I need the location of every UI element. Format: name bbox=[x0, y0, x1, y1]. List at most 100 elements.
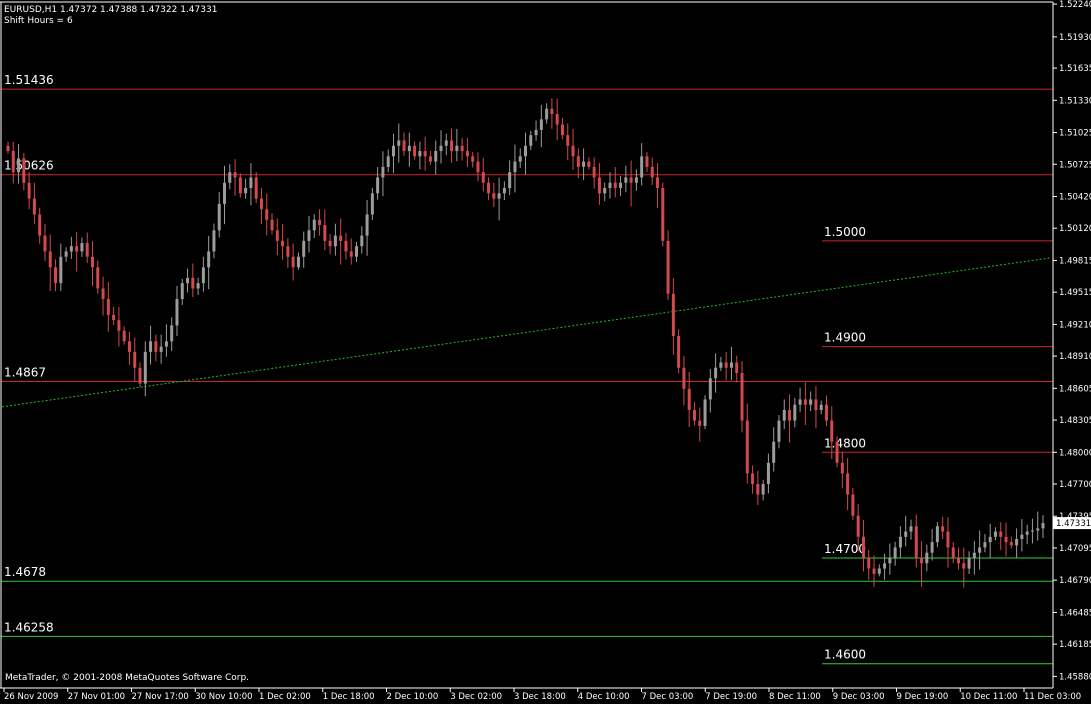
candle-body bbox=[180, 283, 184, 300]
candle-body bbox=[898, 536, 902, 548]
candle-body bbox=[360, 235, 364, 247]
candle-body bbox=[914, 526, 918, 558]
candle-body bbox=[708, 378, 712, 400]
candle-body bbox=[634, 177, 638, 183]
candle-body bbox=[391, 145, 395, 157]
candle-body bbox=[941, 526, 945, 532]
candle-body bbox=[471, 156, 475, 162]
candle-body bbox=[43, 235, 47, 252]
candle-body bbox=[724, 362, 728, 368]
candle-body bbox=[661, 188, 665, 241]
candle-body bbox=[830, 420, 834, 442]
candle-body bbox=[344, 240, 348, 252]
candle-body bbox=[307, 230, 311, 241]
candle-body bbox=[217, 203, 221, 231]
candle-body bbox=[244, 188, 248, 194]
candle-body bbox=[645, 156, 649, 167]
candle-body bbox=[254, 177, 258, 199]
candle-body bbox=[75, 246, 79, 252]
candle-body bbox=[1025, 531, 1029, 535]
price-chart[interactable]: 1.514361.506261.50001.49001.48671.48001.… bbox=[0, 0, 1091, 704]
y-tick-label: 1.48000 bbox=[1059, 448, 1091, 458]
candle-body bbox=[497, 193, 501, 199]
candle-body bbox=[434, 151, 438, 162]
candle-body bbox=[386, 156, 390, 167]
level-label: 1.4700 bbox=[824, 542, 866, 556]
candle-body bbox=[624, 177, 628, 183]
candle-body bbox=[112, 314, 116, 321]
candle-body bbox=[846, 473, 850, 495]
level-label: 1.51436 bbox=[4, 73, 54, 87]
candle-body bbox=[80, 242, 84, 252]
y-tick-label: 1.50120 bbox=[1059, 224, 1091, 234]
x-tick-label: 27 Nov 01:00 bbox=[68, 692, 125, 702]
candle-body bbox=[17, 158, 21, 173]
candle-body bbox=[201, 267, 205, 284]
candle-body bbox=[613, 182, 617, 189]
candle-body bbox=[740, 373, 744, 421]
x-tick-label: 27 Nov 17:00 bbox=[132, 692, 189, 702]
candle-body bbox=[550, 108, 554, 115]
candle-body bbox=[920, 557, 924, 564]
candle-body bbox=[877, 568, 881, 574]
candle-body bbox=[64, 251, 68, 257]
candle-body bbox=[560, 124, 564, 136]
candle-body bbox=[11, 151, 15, 173]
candle-body bbox=[851, 494, 855, 516]
candle-body bbox=[893, 547, 897, 558]
candle-body bbox=[619, 182, 623, 189]
y-tick-label: 1.52240 bbox=[1059, 0, 1091, 10]
candle-body bbox=[170, 325, 174, 342]
x-tick-label: 8 Dec 11:00 bbox=[769, 692, 821, 702]
y-tick-label: 1.46485 bbox=[1059, 608, 1091, 618]
candle-body bbox=[407, 145, 411, 152]
candle-body bbox=[935, 526, 939, 543]
y-tick-label: 1.51025 bbox=[1059, 129, 1091, 139]
candle-body bbox=[6, 145, 10, 152]
candle-body bbox=[861, 536, 865, 558]
candle-body bbox=[249, 177, 253, 189]
candle-body bbox=[302, 240, 306, 257]
candle-body bbox=[671, 293, 675, 337]
x-tick-label: 26 Nov 2009 bbox=[4, 692, 58, 702]
x-tick-label: 10 Dec 11:00 bbox=[960, 692, 1017, 702]
candle-body bbox=[508, 172, 512, 189]
candle-body bbox=[32, 198, 36, 215]
candle-body bbox=[735, 362, 739, 374]
candle-body bbox=[539, 119, 543, 130]
candle-body bbox=[640, 156, 644, 178]
candle-body bbox=[48, 251, 52, 268]
candle-body bbox=[793, 404, 797, 421]
y-tick-label: 1.49515 bbox=[1059, 288, 1091, 298]
candle-body bbox=[154, 341, 158, 352]
x-tick-label: 7 Dec 03:00 bbox=[642, 692, 694, 702]
candle-body bbox=[444, 140, 448, 146]
candle-body bbox=[650, 166, 654, 178]
candle-body bbox=[502, 188, 506, 194]
y-tick-label: 1.47700 bbox=[1059, 480, 1091, 490]
candle-body bbox=[238, 177, 242, 194]
candle-body bbox=[127, 341, 131, 352]
x-tick-label: 2 Dec 10:00 bbox=[387, 692, 439, 702]
candle-body bbox=[1015, 538, 1019, 546]
y-tick-label: 1.50725 bbox=[1059, 160, 1091, 170]
candle-body bbox=[608, 182, 612, 189]
candle-body bbox=[629, 177, 633, 183]
candle-body bbox=[339, 235, 343, 241]
candle-body bbox=[666, 240, 670, 294]
candle-body bbox=[993, 531, 997, 537]
candle-body bbox=[281, 240, 285, 247]
candle-body bbox=[856, 515, 860, 537]
x-tick-label: 1 Dec 02:00 bbox=[259, 692, 311, 702]
candle-body bbox=[513, 161, 517, 173]
candle-body bbox=[286, 246, 290, 257]
candle-body bbox=[729, 362, 733, 368]
level-label: 1.4867 bbox=[4, 365, 46, 379]
candle-body bbox=[85, 242, 89, 257]
candle-body bbox=[777, 420, 781, 442]
candle-body bbox=[376, 177, 380, 194]
candle-body bbox=[159, 346, 163, 352]
candle-body bbox=[692, 410, 696, 421]
y-tick-label: 1.47095 bbox=[1059, 544, 1091, 554]
candle-body bbox=[999, 531, 1003, 537]
